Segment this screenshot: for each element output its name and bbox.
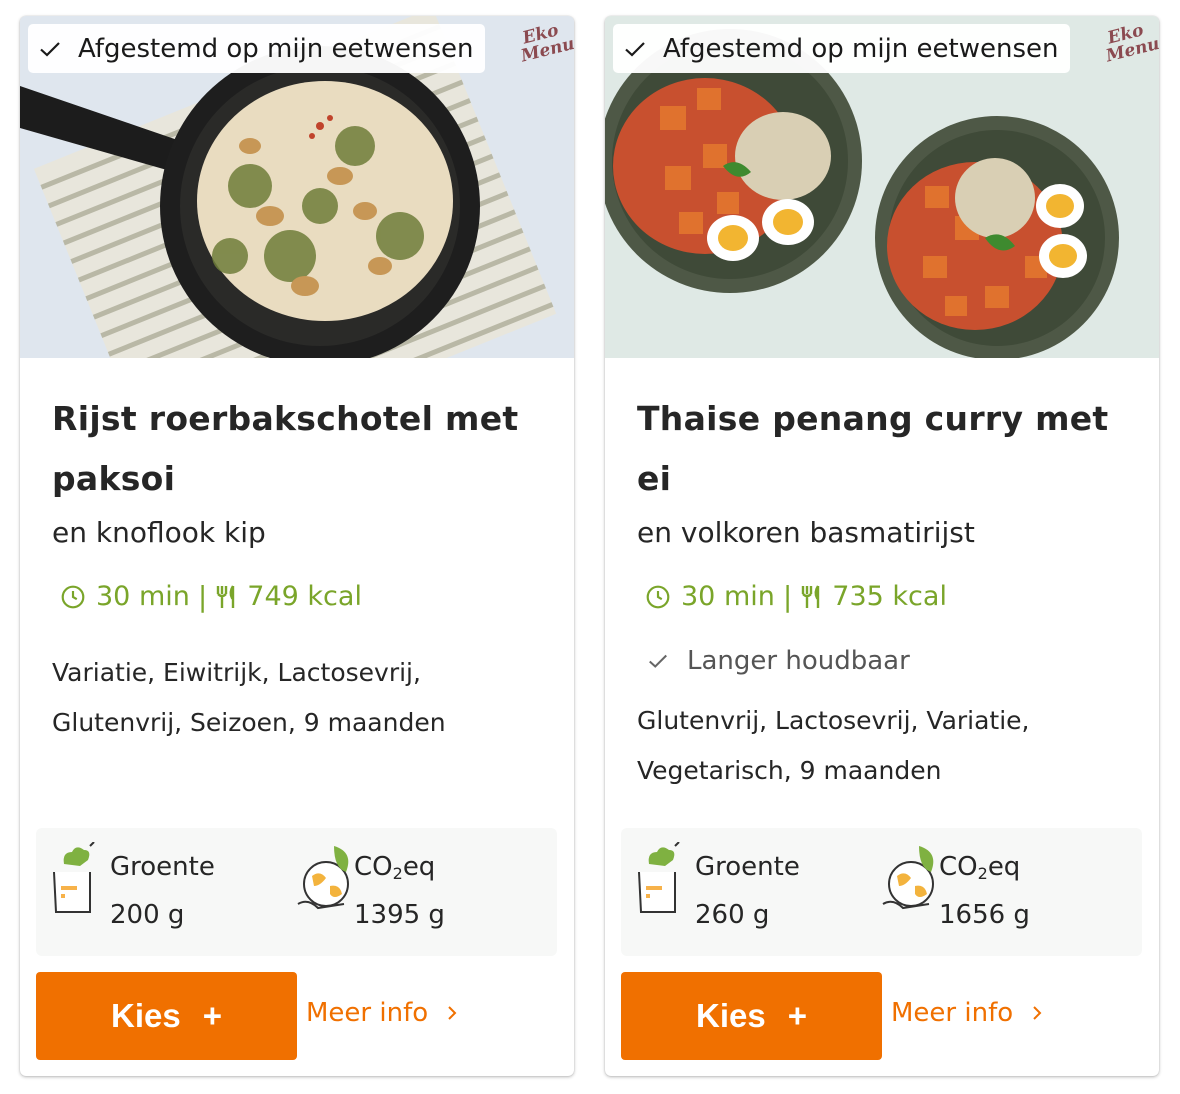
co2-label-suffix: eq — [987, 852, 1021, 882]
preference-badge-label: Afgestemd op mijn eetwensen — [663, 33, 1059, 64]
more-info-link[interactable]: Meer info — [891, 998, 1043, 1028]
calories: 749 kcal — [247, 581, 362, 612]
recipe-photo[interactable]: Afgestemd op mijn eetwensen Eko Menu — [20, 16, 574, 358]
cutlery-icon — [802, 584, 820, 608]
keep-badge-label: Langer houdbaar — [687, 646, 910, 676]
preference-badge: Afgestemd op mijn eetwensen — [613, 24, 1071, 73]
clock-icon — [646, 585, 670, 608]
globe-leaf-icon — [297, 846, 349, 910]
co2-label-subscript: 2 — [977, 864, 988, 883]
diet-tags-line: Glutenvrij, Seizoen, 9 maanden — [52, 708, 446, 737]
vegetable-bag-icon — [53, 842, 95, 913]
prep-time: 30 min — [681, 581, 775, 612]
sustainability-stats: Groente 200 g CO2eq 1395 g — [36, 828, 557, 956]
diet-tags: Variatie, Eiwitrijk, Lactosevrij, Gluten… — [52, 648, 522, 748]
checkmark-icon — [649, 654, 667, 668]
checkmark-icon — [40, 41, 60, 57]
plus-icon: + — [787, 997, 807, 1034]
vegetables-value: 260 g — [695, 900, 770, 930]
co2-value: 1395 g — [354, 900, 445, 930]
co2-label-prefix: CO — [939, 852, 978, 882]
more-info-link[interactable]: Meer info — [306, 998, 458, 1028]
diet-tags-line: Variatie, Eiwitrijk, Lactosevrij, — [52, 658, 421, 687]
diet-tags-line: Glutenvrij, Lactosevrij, Variatie, — [637, 706, 1030, 735]
co2-label: CO2eq — [939, 852, 1020, 883]
recipe-title[interactable]: Rijst roerbakschotel met paksoi — [52, 389, 532, 509]
recipe-title[interactable]: Thaise penang curry met ei — [637, 389, 1117, 509]
vegetable-bag-icon — [638, 842, 680, 913]
vegetables-label: Groente — [695, 852, 800, 882]
diet-tags-line: Vegetarisch, 9 maanden — [637, 756, 942, 785]
globe-leaf-icon — [882, 846, 934, 910]
meta-separator: | — [197, 580, 208, 613]
co2-label-suffix: eq — [402, 852, 436, 882]
prep-time: 30 min — [96, 581, 190, 612]
more-info-label: Meer info — [891, 998, 1014, 1028]
co2-value: 1656 g — [939, 900, 1030, 930]
recipe-meta: 30 min | 749 kcal — [60, 580, 362, 613]
recipe-card[interactable]: Afgestemd op mijn eetwensen Eko Menu Tha… — [605, 16, 1159, 1076]
chevron-right-icon — [448, 1006, 457, 1020]
vegetables-value: 200 g — [110, 900, 185, 930]
plus-icon: + — [202, 997, 222, 1034]
co2-label-subscript: 2 — [392, 864, 403, 883]
preference-badge-label: Afgestemd op mijn eetwensen — [78, 33, 474, 64]
clock-icon — [61, 585, 85, 608]
choose-button-label: Kies — [696, 997, 766, 1034]
meta-separator: | — [782, 580, 793, 613]
recipe-meta: 30 min | 735 kcal — [645, 580, 947, 613]
more-info-label: Meer info — [306, 998, 429, 1028]
checkmark-icon — [625, 41, 645, 57]
recipe-subtitle: en volkoren basmatirijst — [637, 516, 975, 549]
cutlery-icon — [217, 584, 235, 608]
choose-button[interactable]: Kies + — [621, 972, 882, 1060]
sustainability-stats: Groente 260 g CO2eq 1656 g — [621, 828, 1142, 956]
keep-badge: Langer houdbaar — [647, 646, 910, 676]
co2-label-prefix: CO — [354, 852, 393, 882]
choose-button-label: Kies — [111, 997, 181, 1034]
chevron-right-icon — [1033, 1006, 1042, 1020]
choose-button[interactable]: Kies + — [36, 972, 297, 1060]
preference-badge: Afgestemd op mijn eetwensen — [28, 24, 486, 73]
recipe-subtitle: en knoflook kip — [52, 516, 266, 549]
vegetables-label: Groente — [110, 852, 215, 882]
recipe-card[interactable]: Afgestemd op mijn eetwensen Eko Menu Rij… — [20, 16, 574, 1076]
co2-label: CO2eq — [354, 852, 435, 883]
diet-tags: Glutenvrij, Lactosevrij, Variatie, Veget… — [637, 696, 1107, 796]
recipe-photo[interactable]: Afgestemd op mijn eetwensen Eko Menu — [605, 16, 1159, 358]
calories: 735 kcal — [832, 581, 947, 612]
